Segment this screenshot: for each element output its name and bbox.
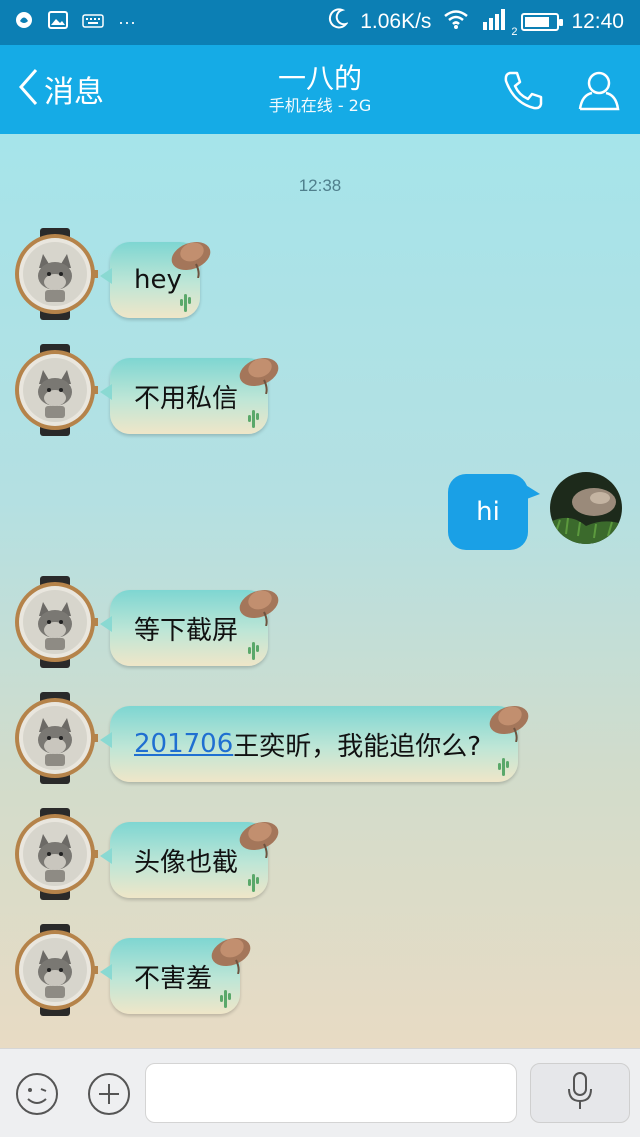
- message-list[interactable]: 12:38 hey 不用私信 hi 等下截屏 201706王奕昕，我能追你么?: [0, 134, 640, 1048]
- more-icon: ···: [118, 12, 136, 32]
- message-text: 不用私信: [134, 383, 239, 414]
- contact-avatar[interactable]: [12, 576, 98, 668]
- signal-icon: 2: [481, 8, 517, 38]
- network-badge: 2: [511, 26, 518, 38]
- cactus-decoration-icon: [218, 988, 232, 1008]
- cowboy-hat-decoration-icon: [236, 814, 282, 858]
- status-bar: ··· 1.06K/s 2 12:40: [0, 0, 640, 45]
- microphone-icon: [566, 1071, 594, 1115]
- message-text: 王奕昕，我能追你么?: [233, 731, 482, 762]
- message-text: 头像也截: [134, 847, 239, 878]
- message-link[interactable]: 201706: [134, 729, 233, 759]
- cactus-decoration-icon: [496, 756, 510, 776]
- cowboy-hat-decoration-icon: [208, 930, 254, 974]
- plus-icon: [86, 1073, 132, 1121]
- emoji-button[interactable]: [14, 1071, 60, 1117]
- contact-profile-button[interactable]: [576, 67, 622, 113]
- conversation-header: 消息 一八的 手机在线 - 2G: [0, 45, 640, 134]
- phone-icon: [500, 71, 546, 117]
- cowboy-hat-decoration-icon: [236, 350, 282, 394]
- contact-avatar[interactable]: [12, 924, 98, 1016]
- battery-icon: [521, 13, 564, 31]
- more-options-button[interactable]: [86, 1071, 132, 1117]
- cowboy-hat-decoration-icon: [168, 234, 214, 278]
- keyboard-icon: [82, 12, 104, 33]
- contact-avatar[interactable]: [12, 692, 98, 784]
- cowboy-hat-decoration-icon: [236, 582, 282, 626]
- cactus-decoration-icon: [178, 292, 192, 312]
- contact-profile-icon: [576, 71, 622, 117]
- image-icon: [48, 11, 68, 34]
- moon-icon: [328, 8, 349, 36]
- my-avatar[interactable]: [550, 472, 622, 544]
- contact-avatar[interactable]: [12, 228, 98, 320]
- app-icon: [14, 10, 34, 35]
- emoji-icon: [14, 1073, 60, 1121]
- cactus-decoration-icon: [246, 640, 260, 660]
- message-input[interactable]: [145, 1063, 517, 1123]
- status-time: 12:40: [571, 10, 624, 33]
- wifi-icon: [443, 9, 469, 35]
- voice-button[interactable]: [530, 1063, 630, 1123]
- message-input-bar: [0, 1048, 640, 1137]
- cactus-decoration-icon: [246, 872, 260, 892]
- message-text: 不害羞: [134, 963, 213, 994]
- phone-button[interactable]: [500, 67, 546, 113]
- network-speed: 1.06K/s: [360, 10, 432, 33]
- message-bubble-incoming[interactable]: 201706 王奕昕，我能追你么?: [100, 706, 518, 782]
- contact-avatar[interactable]: [12, 808, 98, 900]
- message-text: 等下截屏: [134, 615, 239, 646]
- message-timestamp: 12:38: [298, 176, 342, 195]
- cowboy-hat-decoration-icon: [486, 698, 532, 742]
- cactus-decoration-icon: [246, 408, 260, 428]
- message-text: hi: [476, 497, 500, 527]
- contact-avatar[interactable]: [12, 344, 98, 436]
- message-bubble-outgoing[interactable]: hi: [448, 474, 540, 550]
